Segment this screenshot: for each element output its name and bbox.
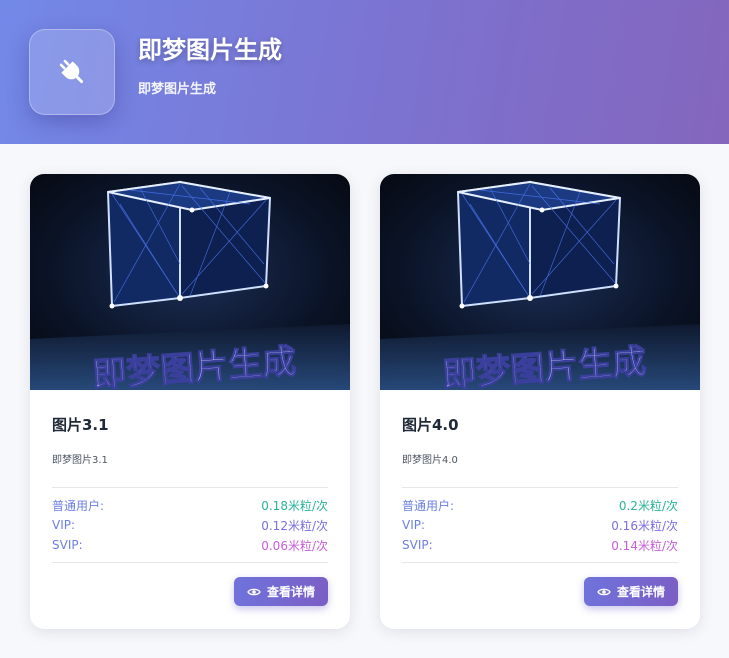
model-card[interactable]: 即梦图片生成 图片4.0 即梦图片4.0 普通用户: 0.2米粒/次 VIP: … [380, 174, 700, 629]
price-value: 0.18米粒/次 [261, 498, 328, 513]
price-row-normal: 普通用户: 0.2米粒/次 [402, 496, 678, 514]
price-value: 0.14米粒/次 [611, 538, 678, 553]
card-title: 图片3.1 [52, 416, 109, 434]
view-details-button[interactable]: 查看详情 [234, 577, 328, 606]
page-header: 即梦图片生成 即梦图片生成 [0, 0, 729, 144]
divider [402, 562, 678, 563]
eye-icon [247, 587, 261, 597]
price-label: SVIP: [402, 538, 433, 552]
view-details-button[interactable]: 查看详情 [584, 577, 678, 606]
price-label: VIP: [52, 518, 76, 532]
model-card[interactable]: 即梦图片生成 图片3.1 即梦图片3.1 普通用户: 0.18米粒/次 VIP:… [30, 174, 350, 629]
price-label: 普通用户: [402, 498, 455, 513]
card-image: 即梦图片生成 [30, 174, 350, 390]
price-row-svip: SVIP: 0.06米粒/次 [52, 536, 328, 554]
header-logo [29, 29, 115, 115]
card-image: 即梦图片生成 [380, 174, 700, 390]
plug-icon [59, 59, 84, 84]
divider [52, 562, 328, 563]
price-label: 普通用户: [52, 498, 105, 513]
page-title: 即梦图片生成 [138, 36, 282, 64]
divider [402, 487, 678, 488]
price-row-vip: VIP: 0.12米粒/次 [52, 516, 328, 534]
page-subtitle: 即梦图片生成 [138, 82, 217, 97]
card-title: 图片4.0 [402, 416, 459, 434]
price-row-svip: SVIP: 0.14米粒/次 [402, 536, 678, 554]
card-description: 即梦图片3.1 [52, 455, 108, 466]
card-description: 即梦图片4.0 [402, 455, 458, 466]
eye-icon [597, 587, 611, 597]
divider [52, 487, 328, 488]
view-details-label: 查看详情 [266, 585, 315, 599]
price-label: VIP: [402, 518, 426, 532]
price-value: 0.16米粒/次 [611, 518, 678, 533]
price-row-normal: 普通用户: 0.18米粒/次 [52, 496, 328, 514]
price-value: 0.12米粒/次 [261, 518, 328, 533]
price-value: 0.06米粒/次 [261, 538, 328, 553]
view-details-label: 查看详情 [616, 585, 665, 599]
price-value: 0.2米粒/次 [618, 498, 678, 513]
price-label: SVIP: [52, 538, 83, 552]
price-row-vip: VIP: 0.16米粒/次 [402, 516, 678, 534]
